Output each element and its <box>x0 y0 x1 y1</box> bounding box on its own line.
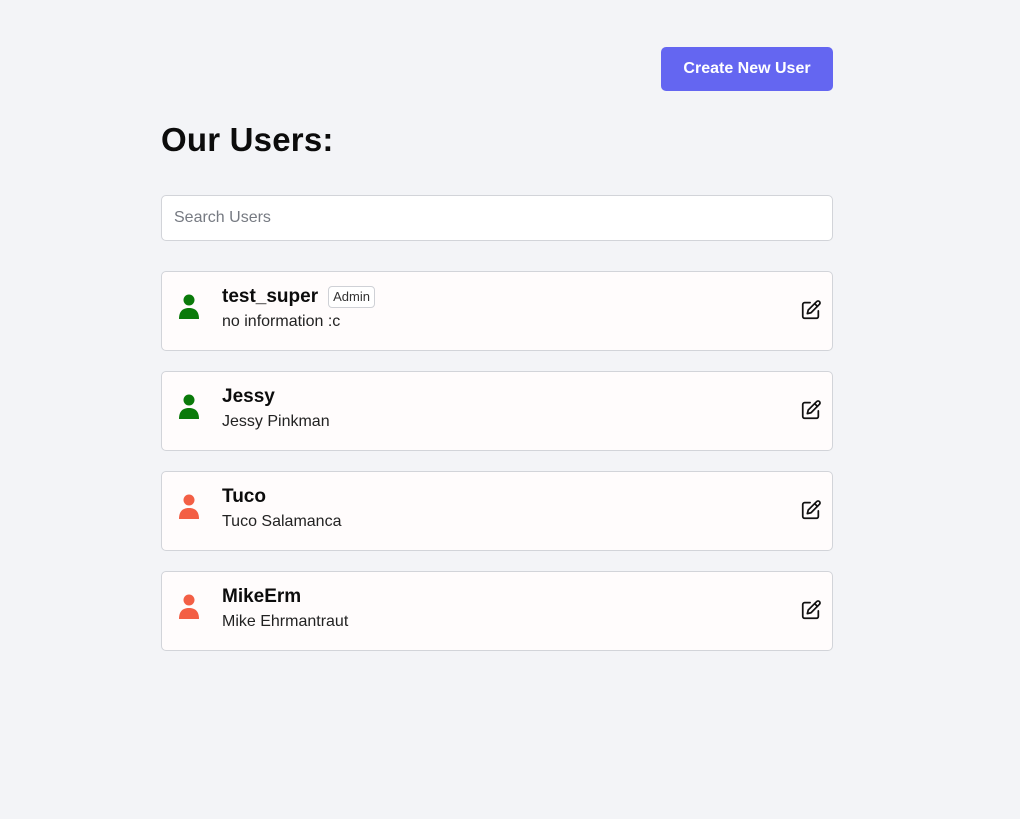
user-username: test_super <box>222 286 319 307</box>
user-name-row: test_super Admin <box>222 284 375 310</box>
user-card-test_super: test_super Admin no information :c <box>161 271 833 351</box>
user-username: Jessy <box>222 386 275 407</box>
create-new-user-button[interactable]: Create New User <box>661 47 833 91</box>
edit-icon <box>801 400 821 420</box>
user-name-row: Tuco <box>222 484 341 510</box>
edit-user-button[interactable] <box>800 599 822 621</box>
edit-icon <box>801 600 821 620</box>
edit-icon <box>801 500 821 520</box>
user-info: Tuco Tuco Salamanca <box>222 484 341 533</box>
edit-icon <box>801 300 821 320</box>
user-username: MikeErm <box>222 586 302 607</box>
user-name-row: Jessy <box>222 384 330 410</box>
search-users-input[interactable] <box>161 195 833 241</box>
edit-user-button[interactable] <box>800 399 822 421</box>
user-full-name: Tuco Salamanca <box>222 513 342 530</box>
user-card-MikeErm: MikeErm Mike Ehrmantraut <box>161 571 833 651</box>
user-info: MikeErm Mike Ehrmantraut <box>222 584 348 633</box>
user-list: test_super Admin no information :c Jessy… <box>161 271 833 671</box>
user-full-name: Mike Ehrmantraut <box>222 613 349 630</box>
user-full-name: no information :c <box>222 313 341 330</box>
user-info: Jessy Jessy Pinkman <box>222 384 330 433</box>
user-info: test_super Admin no information :c <box>222 284 375 333</box>
edit-user-button[interactable] <box>800 299 822 321</box>
user-card-Tuco: Tuco Tuco Salamanca <box>161 471 833 551</box>
user-card-Jessy: Jessy Jessy Pinkman <box>161 371 833 451</box>
page-title: Our Users: <box>161 121 334 158</box>
user-name-row: MikeErm <box>222 584 348 610</box>
user-username: Tuco <box>222 486 266 507</box>
user-icon <box>179 594 199 619</box>
role-badge: Admin <box>328 286 375 308</box>
user-icon <box>179 494 199 519</box>
user-icon <box>179 394 199 419</box>
user-full-name: Jessy Pinkman <box>222 413 330 430</box>
user-icon <box>179 294 199 319</box>
edit-user-button[interactable] <box>800 499 822 521</box>
